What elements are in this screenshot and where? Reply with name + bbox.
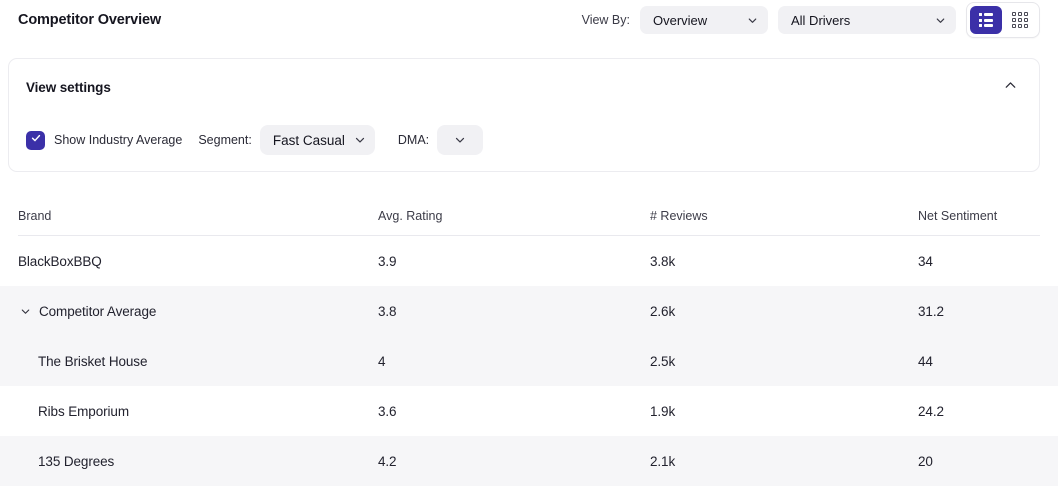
cell-reviews: 2.6k [650, 303, 676, 319]
show-industry-average-toggle[interactable]: Show Industry Average [26, 130, 183, 150]
cell-reviews: 1.9k [650, 403, 676, 419]
view-mode-toggle-group [966, 2, 1040, 38]
cell-brand: Ribs Emporium [18, 404, 378, 419]
cell-net-sentiment: 44 [918, 353, 933, 369]
show-industry-average-checkbox[interactable] [26, 130, 45, 150]
view-by-value: Overview [653, 12, 708, 28]
cell-reviews: 3.8k [650, 253, 676, 269]
view-settings-panel: View settings Show Industry Average Segm… [8, 58, 1040, 172]
table-row[interactable]: Competitor Average 3.8 2.6k 31.2 [0, 286, 1058, 336]
view-settings-header: View settings [9, 59, 1039, 99]
collapse-settings-button[interactable] [998, 75, 1022, 99]
table-row[interactable]: 135 Degrees 4.2 2.1k 20 [0, 436, 1058, 486]
chevron-down-icon [934, 14, 947, 27]
table-header-row: Brand Avg. Rating # Reviews Net Sentimen… [18, 196, 1040, 236]
grid-view-icon [1012, 12, 1028, 28]
drivers-dropdown[interactable]: All Drivers [778, 6, 956, 34]
brand-name: The Brisket House [38, 353, 148, 369]
cell-brand: Competitor Average [18, 304, 378, 319]
view-settings-controls: Show Industry Average Segment: Fast Casu… [9, 125, 1039, 155]
brand-name: Competitor Average [39, 303, 157, 319]
cell-brand: The Brisket House [18, 354, 378, 369]
top-bar-controls: View By: Overview All Drivers [582, 2, 1040, 38]
list-view-button[interactable] [970, 6, 1002, 34]
page-title: Competitor Overview [18, 12, 161, 28]
view-settings-title: View settings [26, 79, 111, 95]
check-icon [30, 131, 42, 149]
cell-brand: 135 Degrees [18, 454, 378, 469]
cell-avg-rating: 4 [378, 353, 386, 369]
table-row[interactable]: The Brisket House 4 2.5k 44 [0, 336, 1058, 386]
table-row[interactable]: BlackBoxBBQ 3.9 3.8k 34 [0, 236, 1058, 286]
view-by-label: View By: [581, 13, 630, 27]
table-row[interactable]: Ribs Emporium 3.6 1.9k 24.2 [0, 386, 1058, 436]
cell-brand: BlackBoxBBQ [18, 254, 378, 269]
cell-net-sentiment: 24.2 [918, 403, 944, 419]
cell-reviews: 2.1k [650, 453, 676, 469]
cell-avg-rating: 3.6 [378, 403, 397, 419]
grid-view-button[interactable] [1004, 6, 1036, 34]
cell-avg-rating: 4.2 [378, 453, 397, 469]
chevron-down-icon [453, 133, 467, 147]
brand-name: BlackBoxBBQ [18, 253, 102, 269]
cell-avg-rating: 3.9 [378, 253, 397, 269]
segment-label: Segment: [198, 133, 252, 147]
view-by-dropdown[interactable]: Overview [640, 6, 768, 34]
column-header-reviews[interactable]: # Reviews [650, 209, 918, 223]
dma-label: DMA: [397, 133, 430, 147]
column-header-net-sentiment[interactable]: Net Sentiment [918, 209, 1040, 223]
cell-net-sentiment: 34 [918, 253, 933, 269]
chevron-down-icon [746, 14, 759, 27]
chevron-up-icon [1002, 77, 1019, 97]
cell-net-sentiment: 20 [918, 453, 933, 469]
brand-name: 135 Degrees [38, 453, 115, 469]
column-header-brand[interactable]: Brand [18, 209, 378, 223]
expand-row-chevron-down-icon[interactable] [18, 304, 32, 318]
chevron-down-icon [353, 133, 367, 147]
list-view-icon [978, 13, 994, 27]
drivers-value: All Drivers [791, 12, 851, 28]
cell-net-sentiment: 31.2 [918, 303, 944, 319]
segment-dropdown[interactable]: Fast Casual [259, 125, 375, 155]
cell-reviews: 2.5k [650, 353, 676, 369]
column-header-avg-rating[interactable]: Avg. Rating [378, 209, 650, 223]
competitor-table: Brand Avg. Rating # Reviews Net Sentimen… [0, 196, 1058, 486]
show-industry-average-label: Show Industry Average [54, 133, 183, 147]
dma-dropdown[interactable] [437, 125, 484, 155]
top-bar: Competitor Overview View By: Overview Al… [0, 0, 1058, 40]
cell-avg-rating: 3.8 [378, 303, 397, 319]
segment-value: Fast Casual [272, 132, 345, 148]
brand-name: Ribs Emporium [38, 403, 129, 419]
